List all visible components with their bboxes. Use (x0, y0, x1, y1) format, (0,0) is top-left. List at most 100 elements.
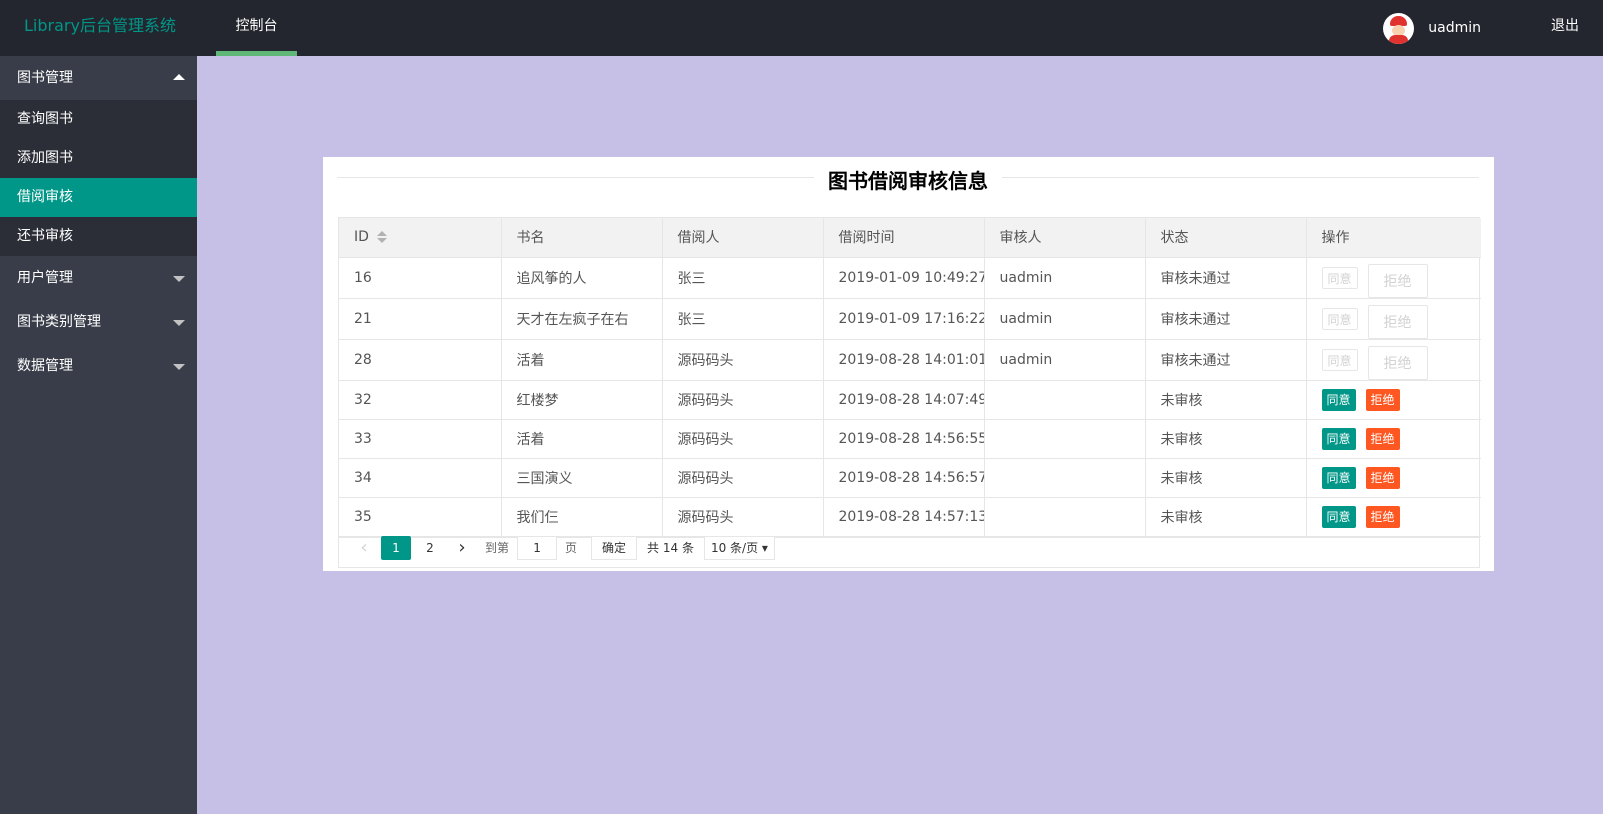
cell-status: 审核未通过 (1145, 257, 1307, 299)
title-divider: 图书借阅审核信息 (337, 169, 1479, 193)
cell-auditor (984, 380, 1146, 420)
approve-button[interactable]: 同意 (1321, 427, 1356, 450)
cell-actions: 同意 拒绝 (1306, 380, 1481, 420)
cell-book: 活着 (501, 419, 663, 459)
goto-label: 到第 (485, 541, 510, 555)
cell-book: 追风筝的人 (501, 257, 663, 299)
sidebar-group-label: 图书类别管理 (17, 314, 101, 330)
page-title: 图书借阅审核信息 (814, 169, 1002, 193)
sidebar-item-borrow-review[interactable]: 借阅审核 (0, 178, 197, 217)
user-menu[interactable]: uadmin (1383, 12, 1481, 44)
approve-button: 同意 (1321, 266, 1358, 289)
column-header-time: 借阅时间 (823, 218, 985, 258)
table-row: 16 追风筝的人 张三 2019-01-09 10:49:27 uadmin 审核未通过同… (339, 257, 1481, 299)
cell-status: 未审核 (1145, 380, 1307, 420)
sort-icon[interactable] (376, 231, 387, 244)
column-header-label: ID (354, 229, 369, 246)
username[interactable]: uadmin (1428, 20, 1481, 36)
cell-time: 2019-08-28 14:01:01 (823, 339, 985, 381)
sidebar-group-label: 数据管理 (17, 358, 73, 374)
cell-status: 未审核 (1145, 419, 1307, 459)
cell-status: 审核未通过 (1145, 339, 1307, 381)
chevron-down-icon (173, 276, 185, 282)
cell-auditor (984, 419, 1146, 459)
cell-borrower: 源码码头 (662, 458, 824, 498)
cell-borrower: 源码码头 (662, 339, 824, 381)
column-header-actions: 操作 (1306, 218, 1481, 258)
sidebar: 图书管理 查询图书 添加图书 借阅审核 还书审核 用户管理 图书类别管理 数据管… (0, 56, 197, 814)
cell-time: 2019-01-09 10:49:27 (823, 257, 985, 299)
approve-button[interactable]: 同意 (1321, 466, 1356, 489)
table-row: 32 红楼梦 源码码头 2019-08-28 14:07:49 未审核 同意 拒绝 (339, 380, 1481, 420)
reject-button[interactable]: 拒绝 (1365, 505, 1400, 528)
borrow-review-card: 图书借阅审核信息 ID 书名 借阅人 借阅时间 审核人 状态 操作 16 追风筝的… (323, 157, 1494, 571)
column-header-auditor: 审核人 (984, 218, 1146, 258)
next-page-icon[interactable]: › (447, 535, 477, 561)
reject-button: 拒绝 (1367, 345, 1428, 379)
tab-console-label: 控制台 (235, 18, 278, 34)
page-unit-label: 页 (565, 541, 578, 555)
cell-auditor: uadmin (984, 339, 1146, 381)
reject-button[interactable]: 拒绝 (1365, 388, 1400, 411)
chevron-down-icon (173, 320, 185, 326)
goto-confirm-button[interactable]: 确定 (591, 535, 638, 560)
cell-borrower: 张三 (662, 298, 824, 340)
cell-id: 34 (339, 458, 502, 498)
chevron-down-icon (173, 364, 185, 370)
cell-status: 未审核 (1145, 458, 1307, 498)
cell-borrower: 源码码头 (662, 380, 824, 420)
page-size-select[interactable]: 10 条/页 ▾ (703, 535, 775, 560)
sidebar-group-category-management[interactable]: 图书类别管理 (0, 300, 197, 344)
sidebar-item-add-book[interactable]: 添加图书 (0, 139, 197, 178)
column-header-id[interactable]: ID (339, 218, 502, 258)
cell-time: 2019-08-28 14:56:57 (823, 458, 985, 498)
table-row: 21 天才在左疯子在右 张三 2019-01-09 17:16:22 uadmin 审核未… (339, 298, 1481, 340)
cell-borrower: 源码码头 (662, 419, 824, 459)
cell-actions: 同意 拒绝 (1306, 339, 1481, 381)
cell-auditor: uadmin (984, 298, 1146, 340)
cell-status: 审核未通过 (1145, 298, 1307, 340)
approve-button[interactable]: 同意 (1321, 505, 1356, 528)
avatar[interactable] (1383, 12, 1415, 44)
sidebar-item-query-books[interactable]: 查询图书 (0, 100, 197, 139)
table-row: 33 活着 源码码头 2019-08-28 14:56:55 未审核 同意 拒绝 (339, 419, 1481, 459)
cell-book: 活着 (501, 339, 663, 381)
sidebar-group-user-management[interactable]: 用户管理 (0, 256, 197, 300)
cell-book: 红楼梦 (501, 380, 663, 420)
reject-button[interactable]: 拒绝 (1365, 466, 1400, 489)
sidebar-group-data-management[interactable]: 数据管理 (0, 344, 197, 388)
app-logo[interactable]: Library后台管理系统 (24, 0, 176, 52)
sidebar-group-book-management[interactable]: 图书管理 (0, 56, 197, 100)
total-count: 共 14 条 (647, 541, 694, 555)
active-tab-indicator (216, 51, 297, 56)
cell-actions: 同意 拒绝 (1306, 298, 1481, 340)
tab-console[interactable]: 控制台 (216, 0, 297, 56)
reject-button: 拒绝 (1367, 263, 1428, 297)
page-number[interactable]: 2 (415, 536, 445, 560)
page-size-value: 10 条/页 (710, 540, 759, 555)
table-header-row: ID 书名 借阅人 借阅时间 审核人 状态 操作 (339, 218, 1481, 258)
cell-borrower: 张三 (662, 257, 824, 299)
top-navbar: Library后台管理系统 控制台 uadmin 退出 (0, 0, 1603, 56)
sidebar-group-label: 用户管理 (17, 270, 73, 286)
column-header-borrower: 借阅人 (662, 218, 824, 258)
cell-book: 三国演义 (501, 458, 663, 498)
cell-time: 2019-08-28 14:07:49 (823, 380, 985, 420)
goto-page-input[interactable]: 1 (517, 535, 558, 560)
cell-id: 16 (339, 257, 502, 299)
reject-button: 拒绝 (1367, 304, 1428, 338)
pagination: ‹ 1 2 › 到第 1 页 确定 共 14 条 10 条/页 ▾ (338, 528, 1480, 568)
approve-button[interactable]: 同意 (1321, 388, 1356, 411)
column-header-book: 书名 (501, 218, 663, 258)
sidebar-item-return-review[interactable]: 还书审核 (0, 217, 197, 256)
chevron-up-icon (173, 74, 185, 80)
table-row: 28 活着 源码码头 2019-08-28 14:01:01 uadmin 审核未通过 同意… (339, 339, 1481, 381)
approve-button: 同意 (1321, 307, 1358, 330)
column-header-status: 状态 (1145, 218, 1307, 258)
page-number[interactable]: 1 (381, 535, 411, 560)
cell-time: 2019-01-09 17:16:22 (823, 298, 985, 340)
prev-page-icon[interactable]: ‹ (349, 535, 379, 561)
logout-link[interactable]: 退出 (1551, 0, 1579, 52)
cell-id: 32 (339, 380, 502, 420)
reject-button[interactable]: 拒绝 (1365, 427, 1400, 450)
